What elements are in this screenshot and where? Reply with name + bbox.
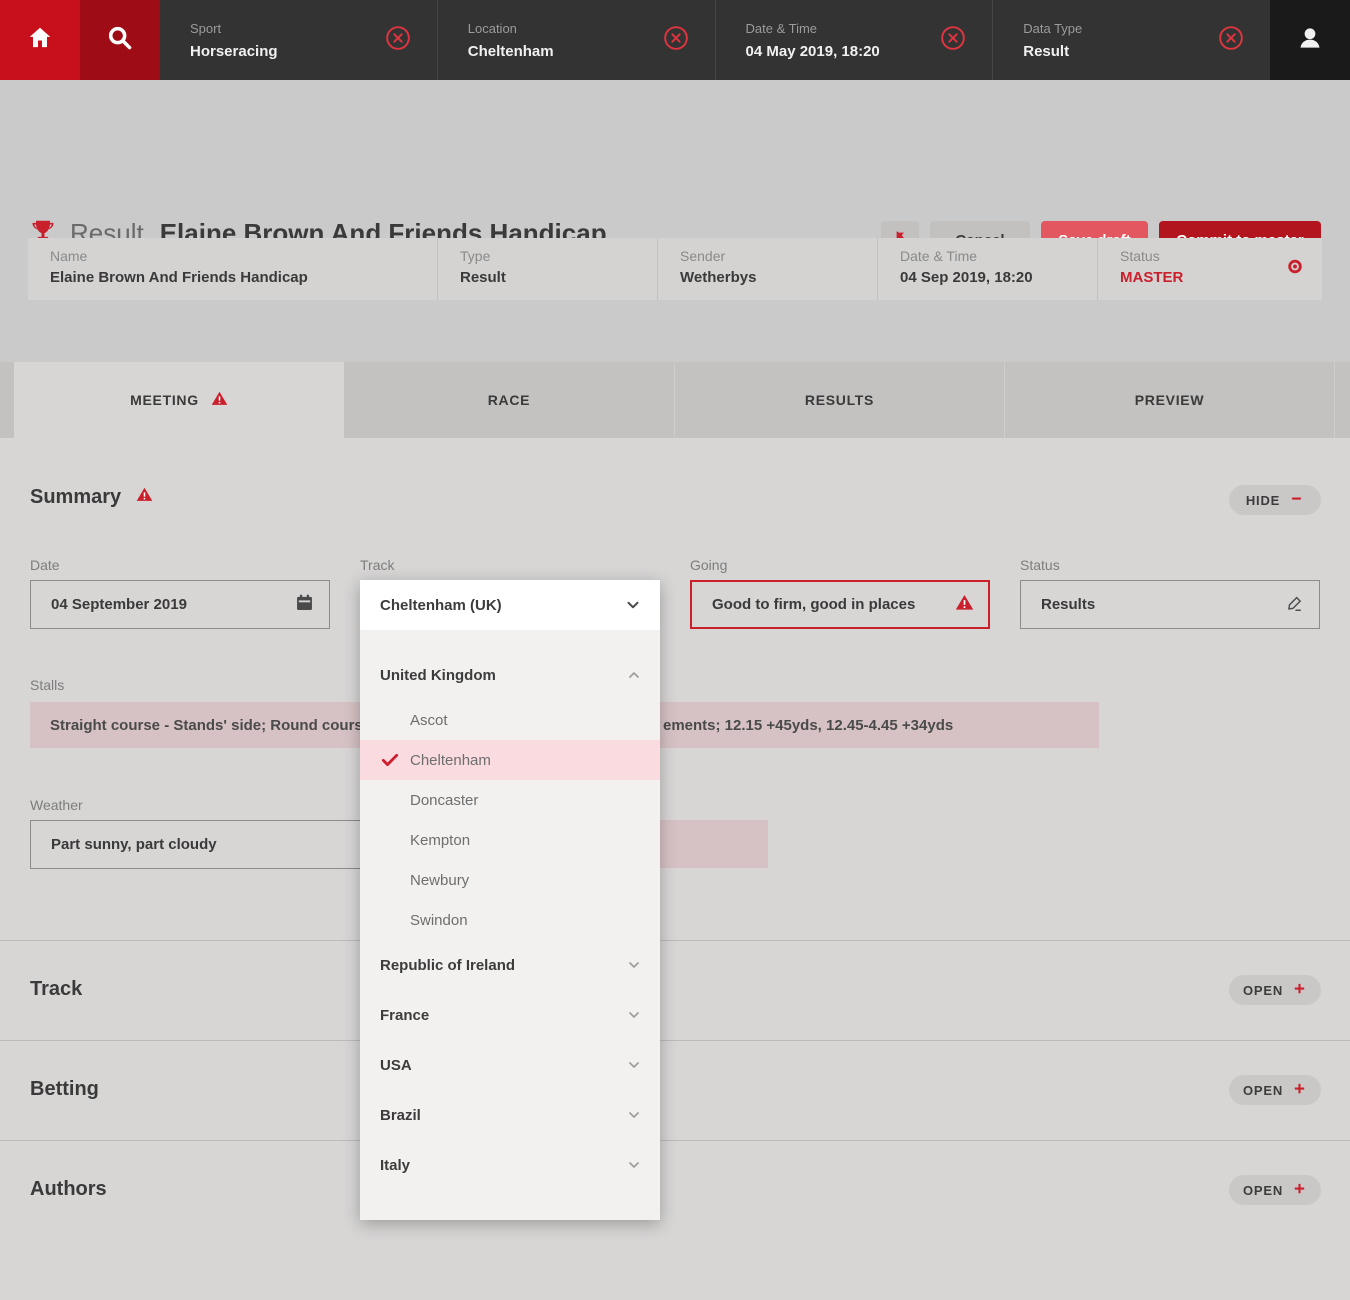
tab-bar-filler [0, 362, 14, 438]
section-divider [0, 1040, 1350, 1041]
info-name: Name Elaine Brown And Friends Handicap [28, 238, 437, 300]
open-authors-section-button[interactable]: OPEN [1229, 1175, 1321, 1205]
status-label: Status [1020, 557, 1060, 573]
chip-label: Location [468, 21, 554, 36]
filter-chip-sport[interactable]: Sport Horseracing [160, 0, 437, 80]
user-menu-button[interactable] [1270, 0, 1350, 80]
chip-value: Cheltenham [468, 43, 554, 60]
warning-triangle-icon [955, 593, 974, 616]
stalls-text-right: ements; 12.15 +45yds, 12.45-4.45 +34yds [663, 702, 953, 748]
dropdown-option-kempton[interactable]: Kempton [360, 820, 660, 860]
track-dropdown-panel: United Kingdom Ascot Cheltenham Doncaste… [360, 630, 660, 1220]
track-label: Track [360, 557, 394, 573]
dropdown-option-ascot[interactable]: Ascot [360, 700, 660, 740]
home-button[interactable] [0, 0, 80, 80]
chevron-down-icon [626, 1107, 642, 1123]
remove-filter-icon[interactable] [1218, 25, 1244, 56]
weather-label: Weather [30, 797, 83, 813]
tab-meeting[interactable]: MEETING [14, 362, 344, 438]
dropdown-option-swindon[interactable]: Swindon [360, 900, 660, 940]
calendar-icon [294, 592, 315, 617]
section-divider [0, 940, 1350, 941]
info-sender: Sender Wetherbys [657, 238, 877, 300]
info-datetime: Date & Time 04 Sep 2019, 18:20 [877, 238, 1097, 300]
dropdown-group-italy[interactable]: Italy [360, 1140, 660, 1190]
remove-filter-icon[interactable] [940, 25, 966, 56]
dropdown-option-doncaster[interactable]: Doncaster [360, 780, 660, 820]
minus-icon [1289, 491, 1304, 509]
chip-label: Data Type [1023, 21, 1082, 36]
info-type: Type Result [437, 238, 657, 300]
tab-race[interactable]: RACE [344, 362, 674, 438]
app-window: Sport Horseracing Location Cheltenham [0, 0, 1350, 1300]
track-dropdown-trigger[interactable]: Cheltenham (UK) [360, 580, 660, 630]
chip-value: 04 May 2019, 18:20 [746, 43, 880, 60]
search-button[interactable] [80, 0, 160, 80]
going-label: Going [690, 557, 727, 573]
dropdown-group-republic-of-ireland[interactable]: Republic of Ireland [360, 940, 660, 990]
chip-label: Sport [190, 21, 278, 36]
betting-section-heading: Betting [30, 1078, 99, 1101]
open-track-section-button[interactable]: OPEN [1229, 975, 1321, 1005]
chip-value: Result [1023, 43, 1082, 60]
stalls-text-left: Straight course - Stands' side; Round co… [50, 717, 410, 734]
remove-filter-icon[interactable] [663, 25, 689, 56]
dropdown-option-newbury[interactable]: Newbury [360, 860, 660, 900]
status-field[interactable]: Results [1020, 580, 1320, 629]
going-field[interactable]: Good to firm, good in places [690, 580, 990, 629]
chevron-down-icon [626, 957, 642, 973]
plus-icon [1292, 1081, 1307, 1099]
pencil-icon [1285, 593, 1305, 617]
tab-preview[interactable]: PREVIEW [1004, 362, 1334, 438]
plus-icon [1292, 1181, 1307, 1199]
remove-filter-icon[interactable] [385, 25, 411, 56]
authors-section-heading: Authors [30, 1178, 107, 1201]
check-icon [380, 750, 400, 770]
warning-triangle-icon [136, 486, 153, 509]
dropdown-group-brazil[interactable]: Brazil [360, 1090, 660, 1140]
chevron-down-icon [624, 596, 642, 614]
dropdown-option-cheltenham[interactable]: Cheltenham [360, 740, 660, 780]
info-status: Status MASTER [1097, 238, 1322, 300]
open-betting-section-button[interactable]: OPEN [1229, 1075, 1321, 1105]
date-field[interactable]: 04 September 2019 [30, 580, 330, 629]
top-bar: Sport Horseracing Location Cheltenham [0, 0, 1350, 80]
summary-heading: Summary [30, 486, 153, 509]
filter-chip-datatype[interactable]: Data Type Result [992, 0, 1270, 80]
target-icon [1286, 258, 1304, 281]
tab-bar-filler [1334, 362, 1350, 438]
tab-bar: MEETING RACE RESULTS PREVIEW [0, 362, 1350, 438]
stalls-label: Stalls [30, 677, 64, 693]
chip-value: Horseracing [190, 43, 278, 60]
date-label: Date [30, 557, 60, 573]
dropdown-group-usa[interactable]: USA [360, 1040, 660, 1090]
chevron-up-icon [626, 667, 642, 683]
chevron-down-icon [626, 1157, 642, 1173]
dropdown-group-france[interactable]: France [360, 990, 660, 1040]
filter-chips: Sport Horseracing Location Cheltenham [160, 0, 1270, 80]
page-header: Result Elaine Brown And Friends Handicap… [0, 80, 1350, 238]
plus-icon [1292, 981, 1307, 999]
tab-results[interactable]: RESULTS [674, 362, 1004, 438]
chevron-down-icon [626, 1007, 642, 1023]
dropdown-group-united-kingdom[interactable]: United Kingdom [360, 650, 660, 700]
chip-label: Date & Time [746, 21, 880, 36]
filter-chip-datetime[interactable]: Date & Time 04 May 2019, 18:20 [715, 0, 993, 80]
home-icon [26, 24, 54, 57]
meeting-tab-content: Summary HIDE Date Track Going Status 04 … [0, 438, 1350, 1300]
filter-chip-location[interactable]: Location Cheltenham [437, 0, 715, 80]
track-section-heading: Track [30, 978, 82, 1001]
warning-triangle-icon [211, 390, 228, 410]
hide-summary-button[interactable]: HIDE [1229, 485, 1321, 515]
track-dropdown: Cheltenham (UK) United Kingdom Ascot [360, 580, 660, 1220]
chevron-down-icon [626, 1057, 642, 1073]
record-info-bar: Name Elaine Brown And Friends Handicap T… [28, 238, 1322, 300]
section-divider [0, 1140, 1350, 1141]
search-icon [106, 24, 134, 57]
user-icon [1295, 23, 1325, 58]
